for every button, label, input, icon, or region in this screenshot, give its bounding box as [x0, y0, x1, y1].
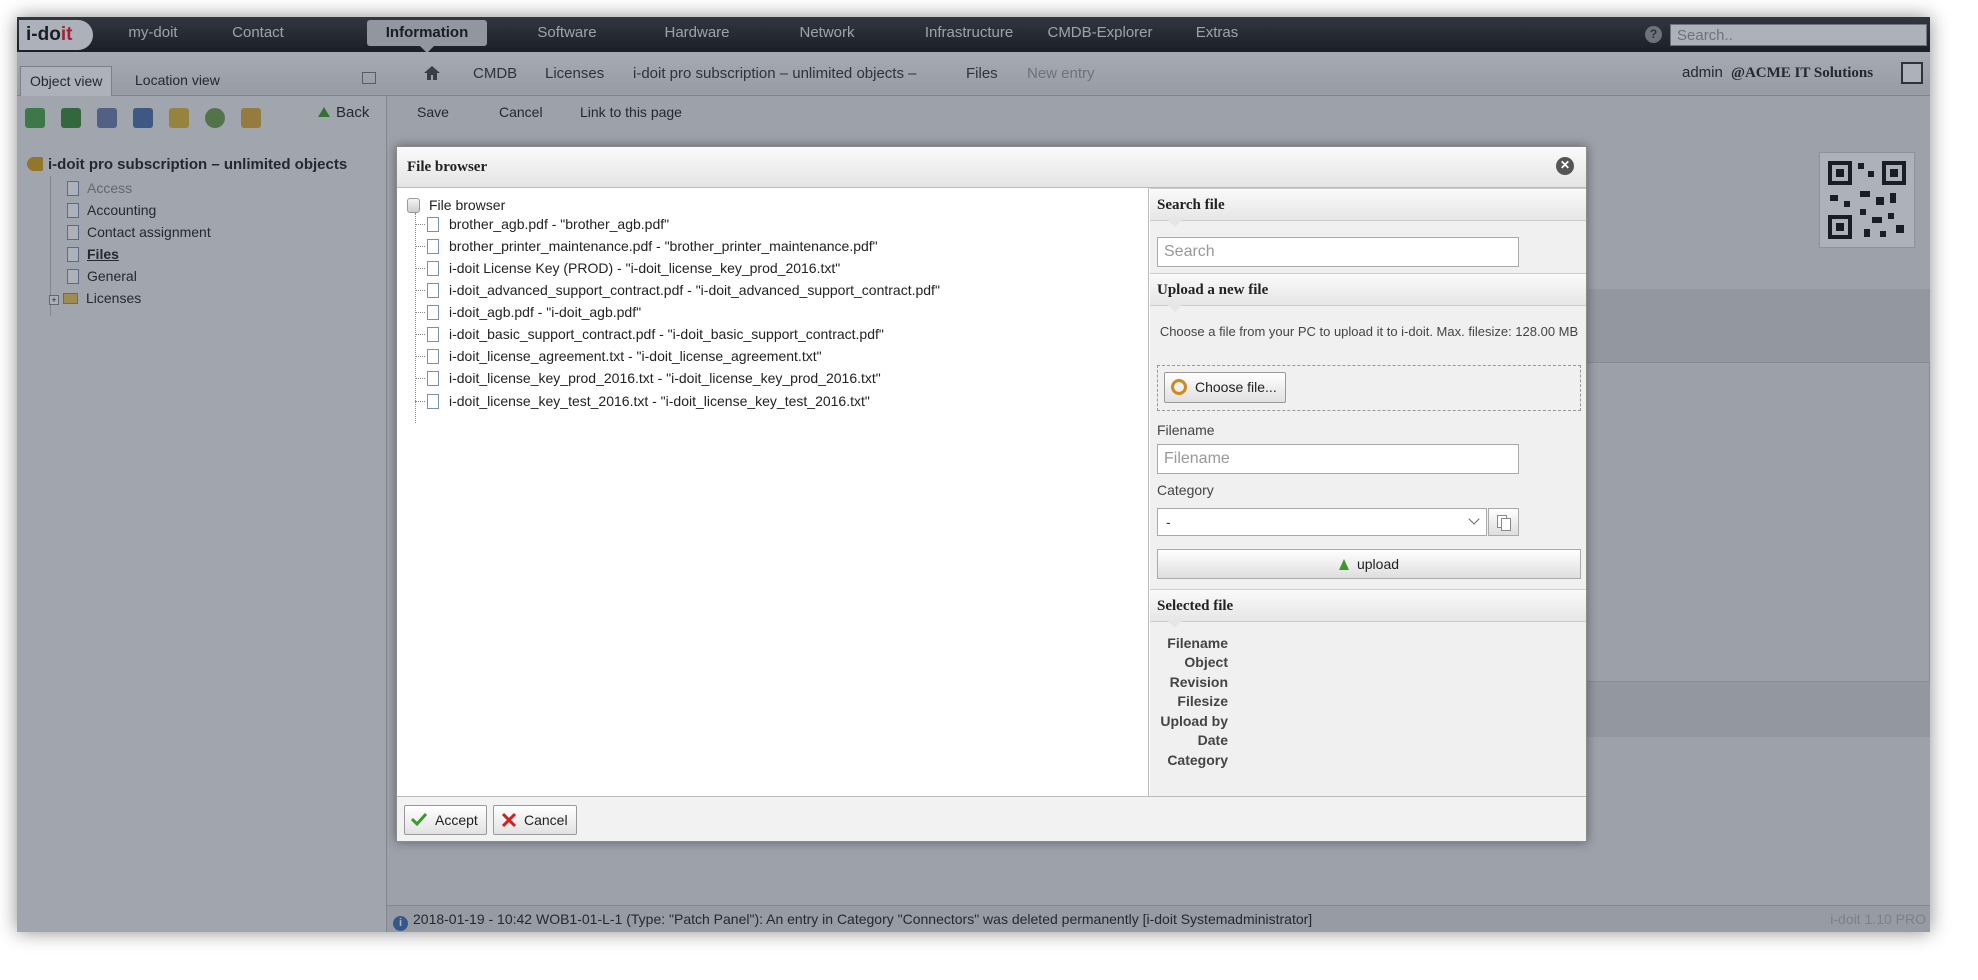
file-label: i-doit_advanced_support_contract.pdf - "…	[449, 282, 940, 298]
chevron-down-icon	[1468, 513, 1480, 525]
tree-branch	[415, 246, 425, 247]
document-icon	[427, 239, 439, 254]
cancel-label: Cancel	[524, 812, 568, 828]
file-label: i-doit_basic_support_contract.pdf - "i-d…	[449, 326, 884, 342]
selected-upload-by-label: Upload by	[1160, 713, 1228, 729]
document-icon	[427, 349, 439, 364]
close-icon	[501, 812, 517, 828]
file-item[interactable]: i-doit_advanced_support_contract.pdf - "…	[415, 282, 940, 298]
file-item[interactable]: i-doit_basic_support_contract.pdf - "i-d…	[415, 326, 884, 342]
dialog-title: File browser	[407, 159, 488, 175]
file-item[interactable]: brother_agb.pdf - "brother_agb.pdf"	[415, 216, 669, 232]
file-browser-dialog: File browser ✕ File browser brother_agb.…	[396, 146, 1587, 842]
file-item[interactable]: i-doit_license_key_test_2016.txt - "i-do…	[415, 393, 870, 409]
file-label: i-doit_license_key_test_2016.txt - "i-do…	[449, 393, 870, 409]
dialog-header: File browser ✕	[397, 147, 1586, 188]
document-icon	[427, 394, 439, 409]
filename-input[interactable]: Filename	[1157, 444, 1519, 474]
tree-branch	[415, 312, 425, 313]
category-select[interactable]: -	[1157, 508, 1487, 536]
file-label: i-doit License Key (PROD) - "i-doit_lice…	[449, 260, 841, 276]
tree-branch	[415, 290, 425, 291]
dialog-footer: Accept Cancel	[397, 796, 1586, 841]
tree-branch	[415, 334, 425, 335]
file-tree: File browser brother_agb.pdf - "brother_…	[397, 188, 1149, 796]
copy-button[interactable]	[1488, 508, 1519, 536]
search-icon	[1171, 379, 1187, 395]
filename-label: Filename	[1157, 422, 1215, 438]
document-icon	[427, 371, 439, 386]
file-label: i-doit_agb.pdf - "i-doit_agb.pdf"	[449, 304, 642, 320]
file-label: i-doit_license_agreement.txt - "i-doit_l…	[449, 348, 822, 364]
upload-label: upload	[1356, 556, 1400, 572]
file-label: brother_agb.pdf - "brother_agb.pdf"	[449, 216, 670, 232]
document-icon	[427, 261, 439, 276]
selected-object-label: Object	[1184, 654, 1228, 670]
file-item[interactable]: brother_printer_maintenance.pdf - "broth…	[415, 238, 878, 254]
search-file-heading: Search file	[1150, 188, 1586, 227]
application-window: i-doit my-doit Contact Information Softw…	[17, 17, 1930, 932]
choose-file-button[interactable]: Choose file...	[1164, 372, 1286, 403]
file-item[interactable]: i-doit_license_key_prod_2016.txt - "i-do…	[415, 370, 881, 386]
file-details-pane: Search file Search Upload a new file Cho…	[1150, 188, 1586, 796]
choose-file-label: Choose file...	[1195, 379, 1277, 395]
tree-branch	[415, 268, 425, 269]
selected-date-label: Date	[1197, 732, 1228, 748]
file-item[interactable]: i-doit License Key (PROD) - "i-doit_lice…	[415, 260, 840, 276]
document-icon	[427, 217, 439, 232]
file-item[interactable]: i-doit_license_agreement.txt - "i-doit_l…	[415, 348, 822, 364]
file-label: brother_printer_maintenance.pdf - "broth…	[449, 238, 878, 254]
close-icon[interactable]: ✕	[1556, 157, 1574, 175]
upload-dropzone[interactable]: Choose file...	[1157, 365, 1581, 411]
file-item[interactable]: i-doit_agb.pdf - "i-doit_agb.pdf"	[415, 304, 641, 320]
file-tree-root[interactable]: File browser	[407, 197, 505, 213]
upload-help-text: Choose a file from your PC to upload it …	[1159, 324, 1579, 339]
accept-button[interactable]: Accept	[404, 805, 487, 835]
copy-icon-back	[1501, 518, 1511, 531]
accept-label: Accept	[435, 812, 478, 828]
category-value: -	[1166, 514, 1171, 530]
upload-button[interactable]: upload	[1157, 549, 1581, 579]
search-input[interactable]: Search	[1157, 237, 1519, 267]
tree-branch	[415, 401, 425, 402]
selected-filename-label: Filename	[1167, 635, 1228, 651]
selected-file-heading: Selected file	[1150, 589, 1586, 628]
database-icon	[407, 198, 420, 213]
file-label: i-doit_license_key_prod_2016.txt - "i-do…	[449, 370, 881, 386]
category-label: Category	[1157, 482, 1214, 498]
selected-filesize-label: Filesize	[1177, 693, 1228, 709]
cancel-dialog-button[interactable]: Cancel	[493, 805, 577, 835]
selected-revision-label: Revision	[1169, 674, 1228, 690]
document-icon	[427, 283, 439, 298]
check-icon	[411, 812, 427, 826]
tree-branch	[415, 378, 425, 379]
selected-category-label: Category	[1167, 752, 1228, 768]
tree-branch	[415, 224, 425, 225]
file-tree-root-label: File browser	[429, 197, 506, 213]
tree-branch	[415, 356, 425, 357]
document-icon	[427, 327, 439, 342]
document-icon	[427, 305, 439, 320]
upload-heading: Upload a new file	[1150, 273, 1586, 312]
upload-arrow-icon	[1338, 559, 1349, 570]
